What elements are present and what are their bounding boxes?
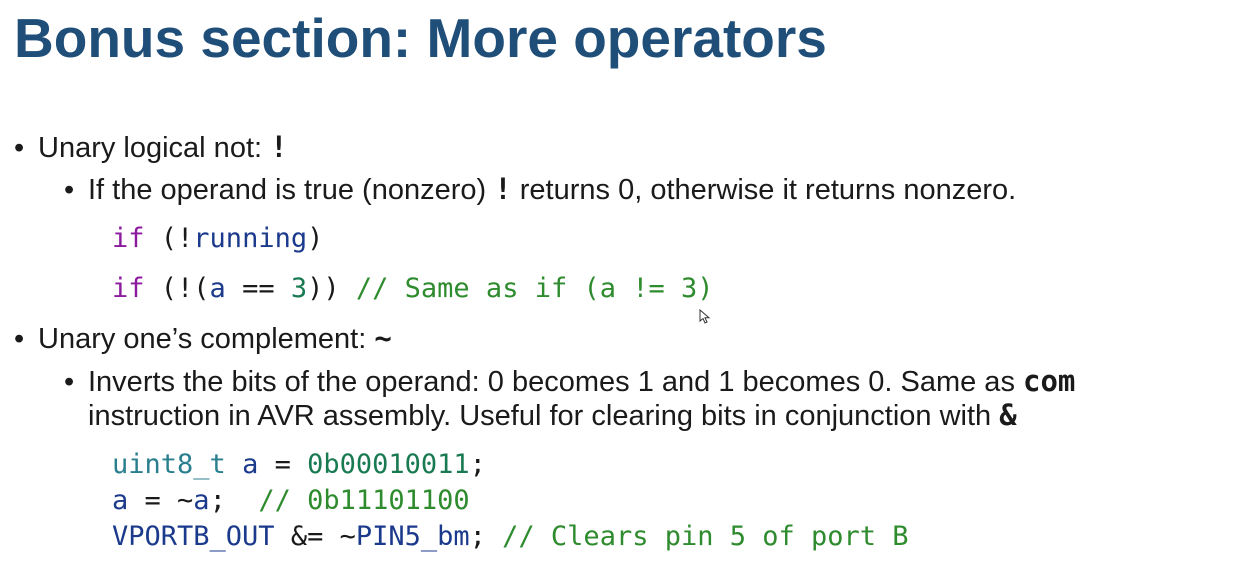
sub-bullet-complement-desc-1: • Inverts the bits of the operand: 0 beco… [64,363,1075,400]
code-line-uint8-decl: uint8_t a = 0b00010011; [112,447,486,483]
code-identifier: a [209,273,226,304]
code-identifier: VPORTB_OUT [112,521,275,552]
code-punct: (!( [144,273,210,304]
code-punct: == [225,273,291,304]
code-comment: // Same as if (a != 3) [355,273,714,304]
code-identifier: PIN5_bm [355,521,470,552]
operator-glyph: ! [494,172,512,206]
code-identifier: a [193,485,210,516]
code-number: 0b00010011 [307,449,470,480]
code-punct: ; [469,521,503,552]
inline-code: & [999,398,1017,432]
bullet-text: Unary logical not: [38,132,271,164]
code-punct: ; [209,485,259,516]
bullet-ones-complement: • Unary one’s complement: ~ [14,320,392,357]
code-punct [226,449,242,480]
sub-bullet-complement-desc-2: instruction in AVR assembly. Useful for … [88,397,1017,434]
bullet-dot: • [64,174,75,206]
code-identifier: a [242,449,259,480]
code-punct: ) [307,223,324,254]
bullet-dot: • [14,323,25,355]
mouse-pointer-icon [699,309,711,324]
sub-bullet-logical-not-desc: • If the operand is true (nonzero) ! retu… [64,171,1016,208]
bullet-unary-logical-not: • Unary logical not: ! [14,129,288,166]
code-punct: &= ~ [274,521,356,552]
code-punct: = ~ [128,485,194,516]
sub-text: instruction in AVR assembly. Useful for … [88,400,1000,432]
sub-text: Inverts the bits of the operand: 0 becom… [88,366,1023,398]
code-keyword: if [112,223,145,254]
code-line-complement-assign: a = ~a; // 0b11101100 [112,483,470,519]
code-punct: (! [144,223,194,254]
operator-glyph: ! [270,130,288,164]
code-punct: = [258,449,308,480]
code-keyword: if [112,273,145,304]
bullet-text: Unary one’s complement: [38,323,375,355]
bullet-dot: • [14,132,25,164]
code-identifier: a [112,485,129,516]
code-line-if-not-a: if (!(a == 3)) // Same as if (a != 3) [112,271,714,307]
code-line-if-running: if (!running) [112,221,323,257]
code-identifier: running [193,223,308,254]
slide-title: Bonus section: More operators [14,7,827,69]
code-type: uint8_t [112,449,226,480]
operator-glyph: ~ [374,321,392,355]
sub-text-pre: If the operand is true (nonzero) [88,174,495,206]
code-comment: // 0b11101100 [258,485,470,516]
sub-text-post: returns 0, otherwise it returns nonzero. [511,174,1017,206]
code-punct: ; [469,449,486,480]
inline-code: com [1023,364,1076,398]
code-line-vportb-clear: VPORTB_OUT &= ~PIN5_bm; // Clears pin 5 … [112,519,909,555]
code-punct: )) [307,273,356,304]
code-comment: // Clears pin 5 of port B [502,521,909,552]
code-number: 3 [290,273,308,304]
bullet-dot: • [64,366,75,398]
